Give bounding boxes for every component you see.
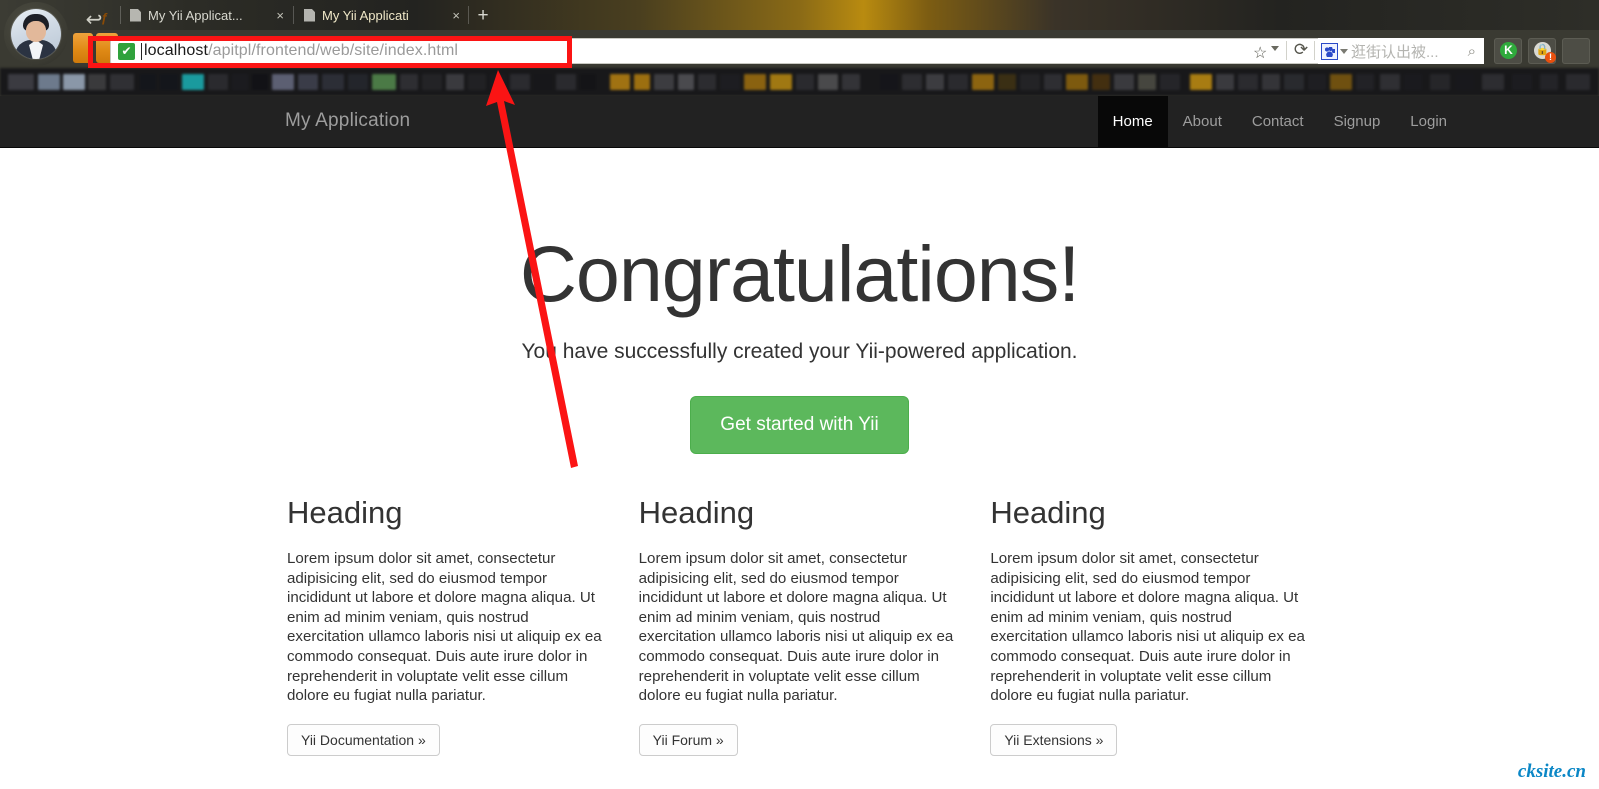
- site-nav-menu: Home About Contact Signup Login: [1097, 96, 1462, 147]
- extension-chip-a[interactable]: [73, 33, 93, 63]
- watermark: cksite.cn: [1517, 761, 1586, 782]
- feature-column-2: Heading Lorem ipsum dolor sit amet, cons…: [624, 495, 976, 756]
- tab-separator: [293, 6, 294, 24]
- page-subtitle: You have successfully created your Yii-p…: [521, 339, 1078, 363]
- tab-separator: [468, 6, 469, 24]
- web-page-viewport: My Application Home About Contact Signup…: [0, 96, 1599, 789]
- ssl-check-icon: ✔: [118, 42, 135, 60]
- page-favicon-icon: [130, 8, 141, 22]
- column-body: Lorem ipsum dolor sit amet, consectetur …: [287, 550, 602, 705]
- yii-extensions-button[interactable]: Yii Extensions »: [990, 723, 1118, 756]
- yii-documentation-button[interactable]: Yii Documentation »: [287, 723, 440, 756]
- column-body: Lorem ipsum dolor sit amet, consectetur …: [638, 550, 954, 705]
- nav-item-contact[interactable]: Contact: [1237, 96, 1319, 147]
- browser-tab-1[interactable]: My Yii Applicat... ×: [122, 0, 292, 30]
- bookmark-star-icon[interactable]: ☆: [1253, 43, 1267, 63]
- site-navbar: My Application Home About Contact Signup…: [0, 96, 1599, 148]
- avatar-face: [26, 21, 46, 42]
- feature-columns: Heading Lorem ipsum dolor sit amet, cons…: [0, 495, 1599, 756]
- search-input[interactable]: 逛街认出被...: [1351, 41, 1468, 62]
- column-heading: Heading: [287, 495, 403, 530]
- nav-item-home[interactable]: Home: [1097, 96, 1168, 147]
- get-started-button[interactable]: Get started with Yii: [690, 395, 909, 454]
- feature-column-3: Heading Lorem ipsum dolor sit amet, cons…: [975, 495, 1327, 756]
- nav-item-signup[interactable]: Signup: [1319, 96, 1396, 147]
- new-tab-button[interactable]: +: [472, 5, 494, 27]
- avatar-image: [11, 9, 61, 59]
- tab-strip: My Yii Applicat... × My Yii Applicati × …: [0, 0, 1599, 30]
- back-arrow-icon[interactable]: ↩: [82, 10, 106, 30]
- jumbotron: Congratulations! You have successfully c…: [0, 148, 1599, 454]
- nav-item-login[interactable]: Login: [1395, 96, 1462, 147]
- browser-tab-2[interactable]: My Yii Applicati ×: [296, 0, 468, 30]
- column-heading: Heading: [990, 495, 1106, 530]
- url-path: /apitpl/frontend/web/site/index.html: [208, 42, 459, 59]
- reload-icon[interactable]: ⟳: [1293, 41, 1309, 59]
- tab-title: My Yii Applicat...: [148, 7, 243, 23]
- bookmarks-bar[interactable]: [0, 68, 1599, 96]
- browser-chrome: My Yii Applicat... × My Yii Applicati × …: [0, 0, 1599, 96]
- site-brand[interactable]: My Application: [285, 110, 410, 132]
- close-icon[interactable]: ×: [452, 9, 460, 22]
- page-title: Congratulations!: [519, 229, 1080, 318]
- page-favicon-icon: [304, 8, 315, 22]
- feature-column-1: Heading Lorem ipsum dolor sit amet, cons…: [272, 495, 624, 756]
- toolbar-divider: [1286, 41, 1287, 60]
- kingsoft-k-icon: K: [1500, 42, 1517, 59]
- chevron-down-icon[interactable]: [1340, 48, 1348, 54]
- tab-separator: [120, 6, 121, 24]
- alert-badge: !: [1545, 52, 1556, 63]
- extension-button-overflow[interactable]: [1562, 38, 1590, 64]
- close-icon[interactable]: ×: [276, 9, 284, 22]
- search-box[interactable]: 逛街认出被... ⌕: [1318, 38, 1484, 64]
- toolbar-divider: [1314, 41, 1315, 60]
- column-body: Lorem ipsum dolor sit amet, consectetur …: [990, 550, 1305, 705]
- baidu-icon[interactable]: [1321, 42, 1338, 60]
- chevron-down-icon[interactable]: [1271, 46, 1279, 51]
- column-heading: Heading: [638, 495, 755, 530]
- search-icon[interactable]: ⌕: [1468, 43, 1476, 60]
- nav-item-about[interactable]: About: [1168, 96, 1237, 147]
- avatar[interactable]: [4, 2, 68, 66]
- yii-forum-button[interactable]: Yii Forum »: [638, 723, 738, 756]
- tab-title: My Yii Applicati: [322, 7, 409, 23]
- url-host: localhost: [144, 42, 209, 59]
